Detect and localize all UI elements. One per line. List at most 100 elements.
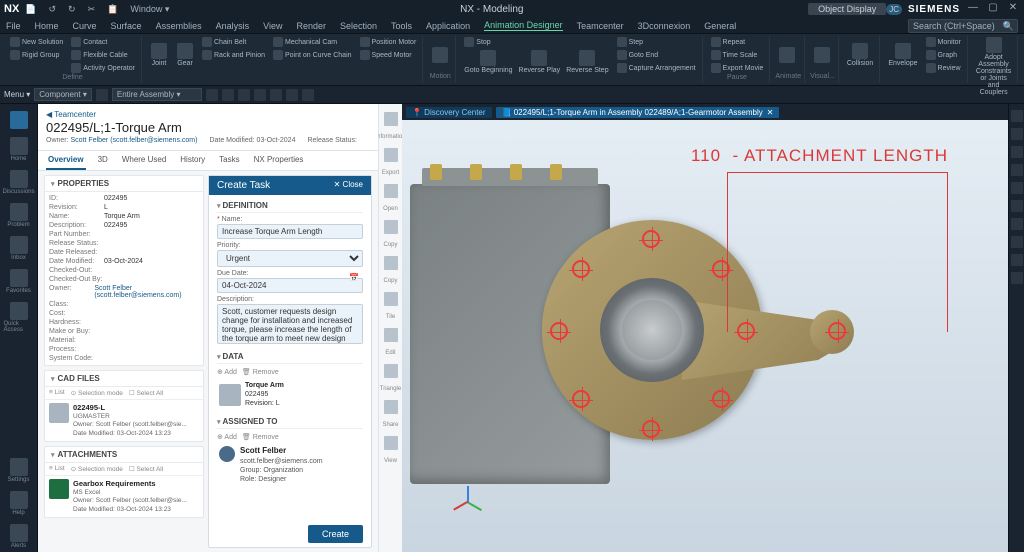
copy2-icon[interactable] <box>384 256 398 270</box>
resource-icon[interactable] <box>1011 146 1023 158</box>
goto-beginning-button[interactable]: Goto Beginning <box>461 49 515 75</box>
menu-file[interactable]: File <box>6 21 21 31</box>
qat-item[interactable]: ✂ <box>88 4 96 15</box>
point-curve-button[interactable]: Point on Curve Chain <box>270 49 355 61</box>
info-icon[interactable] <box>384 112 398 126</box>
gear-button[interactable]: Gear <box>173 36 197 73</box>
attachments-header[interactable]: ATTACHMENTS <box>45 447 203 463</box>
menu-dropdown[interactable]: Menu ▾ <box>4 90 30 99</box>
rigid-group-button[interactable]: Rigid Group <box>7 49 66 61</box>
joint-button[interactable]: Joint <box>147 36 171 73</box>
add-assignee-button[interactable]: ⊕ Add <box>217 434 237 441</box>
cad-files-header[interactable]: CAD FILES <box>45 371 203 387</box>
add-data-button[interactable]: ⊕ Add <box>217 369 237 376</box>
copy-icon[interactable] <box>384 220 398 234</box>
list-view-toggle[interactable]: ≡ List <box>49 389 65 397</box>
envelope-button[interactable]: Envelope <box>885 36 920 74</box>
tile-icon[interactable] <box>384 292 398 306</box>
step-button[interactable]: Step <box>614 36 699 48</box>
edit-icon[interactable] <box>384 328 398 342</box>
selection-mode[interactable]: ⊙ Selection mode <box>71 389 123 397</box>
create-button[interactable]: Create <box>308 525 363 543</box>
tab-tasks[interactable]: Tasks <box>217 151 241 170</box>
data-item-row[interactable]: Torque Arm 022495 Revision: L <box>217 378 363 411</box>
assignee-row[interactable]: Scott Felber scott.felber@siemens.com Gr… <box>217 443 363 487</box>
rack-pinion-button[interactable]: Rack and Pinion <box>199 49 268 61</box>
command-search[interactable]: Search (Ctrl+Space)🔍 <box>908 19 1018 33</box>
task-name-input[interactable] <box>217 224 363 239</box>
rail-help[interactable]: Help <box>4 488 34 519</box>
speed-motor-button[interactable]: Speed Motor <box>357 49 420 61</box>
menu-selection[interactable]: Selection <box>340 21 377 31</box>
repeat-button[interactable]: Repeat <box>708 36 767 48</box>
rail-favorites[interactable]: Favorites <box>4 266 34 297</box>
rail-home[interactable]: Home <box>4 134 34 165</box>
collision-button[interactable]: Collision <box>844 36 876 73</box>
due-date-input[interactable] <box>217 278 363 293</box>
menu-animation-designer[interactable]: Animation Designer <box>484 20 563 31</box>
reverse-play-button[interactable]: Reverse Play <box>516 49 564 75</box>
qat-item[interactable]: 📄 <box>25 4 36 15</box>
toolbar-icon[interactable] <box>270 89 282 101</box>
owner-link[interactable]: Scott Felber (scott.felber@siemens.com) <box>71 137 198 144</box>
reverse-step-button[interactable]: Reverse Step <box>563 49 611 75</box>
mech-cam-button[interactable]: Mechanical Cam <box>270 36 355 48</box>
task-close-button[interactable]: ✕ Close <box>334 180 363 191</box>
position-motor-button[interactable]: Position Motor <box>357 36 420 48</box>
flexible-cable-button[interactable]: Flexible Cable <box>68 49 138 61</box>
rail-tc-icon[interactable] <box>4 108 34 132</box>
toolbar-icon[interactable] <box>206 89 218 101</box>
menu-application[interactable]: Application <box>426 21 470 31</box>
view-icon[interactable] <box>384 436 398 450</box>
object-display-pill[interactable]: Object Display <box>808 3 886 15</box>
resource-icon[interactable] <box>1011 110 1023 122</box>
assigned-header[interactable]: ASSIGNED TO <box>217 415 363 429</box>
menu-tools[interactable]: Tools <box>391 21 412 31</box>
tab-overview[interactable]: Overview <box>46 151 86 170</box>
scope-select[interactable]: Entire Assembly ▾ <box>112 88 202 101</box>
rail-discussions[interactable]: Discussions <box>4 167 34 198</box>
remove-assignee-button[interactable]: 🗑 Remove <box>242 434 279 441</box>
priority-select[interactable]: Urgent <box>217 250 363 267</box>
resource-icon[interactable] <box>1011 128 1023 140</box>
share-icon[interactable] <box>384 400 398 414</box>
rail-quick-access[interactable]: Quick Access <box>4 299 34 336</box>
capture-arr-button[interactable]: Capture Arrangement <box>614 62 699 74</box>
tab-where-used[interactable]: Where Used <box>120 151 168 170</box>
attachment-row[interactable]: Gearbox Requirements MS Excel Owner: Sco… <box>45 476 203 517</box>
animate-button[interactable] <box>775 36 799 73</box>
window-menu[interactable]: Window ▾ <box>130 4 169 15</box>
resource-icon[interactable] <box>1011 254 1023 266</box>
toolbar-icon[interactable] <box>302 89 314 101</box>
rail-alerts[interactable]: Alerts <box>4 521 34 552</box>
breadcrumb[interactable]: ◀ Teamcenter <box>46 110 370 119</box>
menu-3dconnexion[interactable]: 3Dconnexion <box>638 21 691 31</box>
vp-tab-discovery[interactable]: 📍 Discovery Center <box>406 107 492 118</box>
tab-3d[interactable]: 3D <box>96 151 110 170</box>
tab-close-icon[interactable]: ✕ <box>767 108 774 117</box>
maximize-icon[interactable]: ▢ <box>986 2 1000 16</box>
remove-data-button[interactable]: 🗑 Remove <box>242 369 279 376</box>
monitor-button[interactable]: Monitor <box>923 36 964 48</box>
export-movie-button[interactable]: Export Movie <box>708 62 767 74</box>
menu-home[interactable]: Home <box>35 21 59 31</box>
time-scale-button[interactable]: Time Scale <box>708 49 767 61</box>
menu-render[interactable]: Render <box>296 21 326 31</box>
chain-belt-button[interactable]: Chain Belt <box>199 36 268 48</box>
contact-button[interactable]: Contact <box>68 36 138 48</box>
qat-item[interactable]: ↺ <box>49 4 57 15</box>
menu-analysis[interactable]: Analysis <box>216 21 250 31</box>
review-button[interactable]: Review <box>923 62 964 74</box>
tab-history[interactable]: History <box>178 151 207 170</box>
toolbar-icon[interactable] <box>238 89 250 101</box>
resource-icon[interactable] <box>1011 182 1023 194</box>
graph-button[interactable]: Graph <box>923 49 964 61</box>
description-textarea[interactable]: Scott, customer requests design change f… <box>217 304 363 344</box>
rail-inbox[interactable]: Inbox <box>4 233 34 264</box>
rail-problem[interactable]: Problem <box>4 200 34 231</box>
user-avatar[interactable]: JC <box>886 4 902 15</box>
toolbar-icon[interactable] <box>222 89 234 101</box>
resource-icon[interactable] <box>1011 218 1023 230</box>
dimension-annotation[interactable]: 110 - ATTACHMENT LENGTH <box>691 146 948 166</box>
view-triad[interactable] <box>452 478 484 510</box>
